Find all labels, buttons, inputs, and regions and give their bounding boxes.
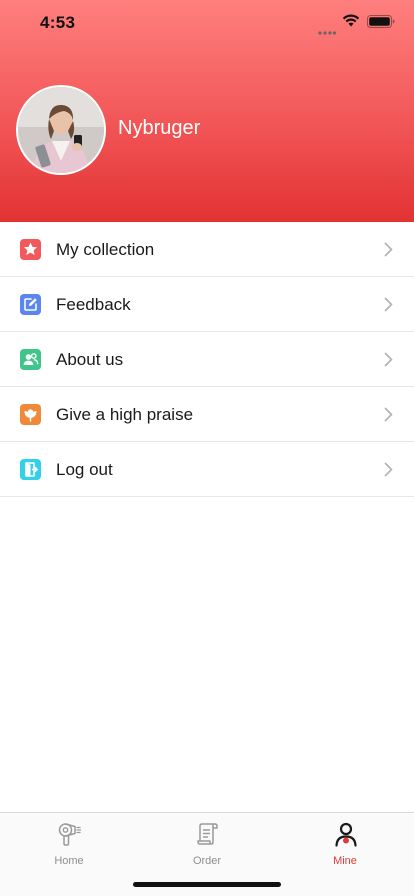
flower-icon [20,404,41,425]
wifi-icon [342,14,360,32]
menu-item-log-out[interactable]: Log out [0,442,414,497]
cellular-signal-icon [318,22,337,40]
hair-dryer-icon [57,821,83,852]
tab-label: Mine [333,855,357,867]
menu-item-label: About us [56,350,124,369]
star-icon [20,239,41,260]
chevron-right-icon [384,297,393,317]
status-time: 4:53 [40,13,76,32]
menu-item-about-us[interactable]: About us [0,332,414,387]
home-indicator [133,882,281,887]
username: Nybruger [118,117,201,139]
tab-label: Order [192,855,222,867]
tab-order[interactable]: Order [138,819,276,869]
battery-icon [367,15,395,33]
receipt-icon [195,821,221,852]
person-icon [333,821,359,852]
chevron-right-icon [384,407,393,427]
tab-mine[interactable]: Mine [276,819,414,869]
menu-item-label: Feedback [56,295,131,314]
edit-icon [20,294,41,315]
chevron-right-icon [384,462,393,482]
tab-home[interactable]: Home [0,819,138,869]
menu-item-my-collection[interactable]: My collection [0,222,414,277]
profile-header: 4:53 Nybruger [0,0,414,222]
status-bar: 4:53 [0,0,414,44]
users-icon [20,349,41,370]
menu-item-feedback[interactable]: Feedback [0,277,414,332]
logout-icon [20,459,41,480]
tab-label: Home [54,855,84,867]
menu-item-give-a-high-praise[interactable]: Give a high praise [0,387,414,442]
avatar[interactable] [16,85,106,175]
menu-item-label: My collection [56,240,155,259]
menu-item-label: Log out [56,460,113,479]
chevron-right-icon [384,242,393,262]
menu-item-label: Give a high praise [56,405,194,424]
chevron-right-icon [384,352,393,372]
settings-menu: My collection Feedback About us Give a h… [0,222,414,497]
